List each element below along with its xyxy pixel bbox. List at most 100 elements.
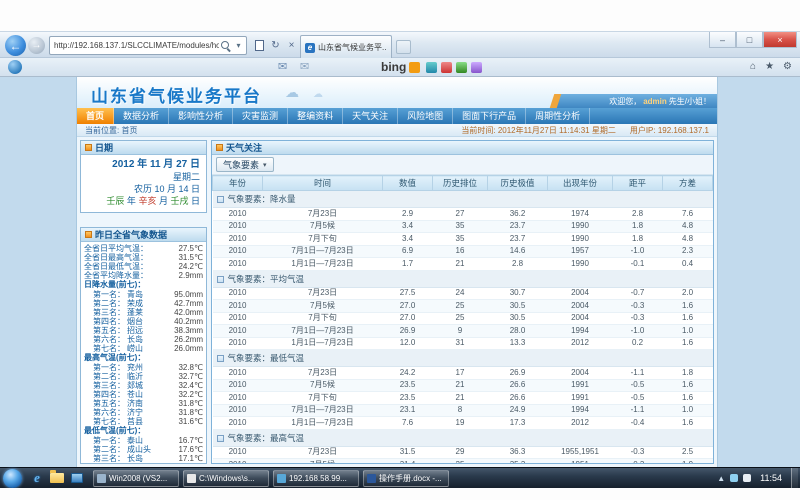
breadcrumb: 当前位置: 首页 — [77, 125, 137, 136]
weather-rank-row: 第三名：长岛17.1℃ — [84, 454, 203, 463]
app-taskbar-icon[interactable] — [69, 470, 85, 487]
minimize-button[interactable]: – — [709, 32, 736, 48]
table-row: 20101月1日—7月23日12.03113.320120.21.6 — [213, 337, 713, 350]
table-cell: 7月23日 — [263, 287, 383, 300]
table-cell: 2010 — [213, 233, 263, 246]
nav-item-6[interactable]: 天气关注 — [343, 108, 398, 124]
mail2-icon[interactable]: ✉ — [300, 60, 309, 73]
collapse-icon[interactable] — [217, 196, 224, 203]
weather-rank-left: 第三名：长岛 — [93, 454, 143, 463]
weather-rank-left: 第六名：济宁 — [93, 408, 143, 417]
tray-expand-icon[interactable]: ▲ — [717, 474, 725, 483]
nav-item-3[interactable]: 影响性分析 — [169, 108, 233, 124]
nav-item-8[interactable]: 图面下行产品 — [453, 108, 526, 124]
table-cell: 1957 — [548, 245, 613, 258]
nav-item-4[interactable]: 灾害监测 — [233, 108, 288, 124]
table-cell: 31.4 — [383, 459, 433, 464]
start-button[interactable] — [3, 469, 22, 488]
table-cell: 2010 — [213, 208, 263, 221]
group-cell[interactable]: 气象要素：平均气温 — [213, 270, 713, 287]
address-dropdown-icon[interactable]: ▾ — [233, 41, 244, 50]
taskbar-button-4[interactable]: 操作手册.docx -... — [363, 470, 449, 487]
toolbar-logo-icon[interactable] — [8, 60, 22, 74]
table-cell: 29 — [433, 446, 488, 459]
page-title: 山东省气候业务平台 — [91, 82, 262, 107]
collapse-icon[interactable] — [217, 355, 224, 362]
tools-icon[interactable]: ⚙ — [783, 61, 792, 72]
table-cell: 31.5 — [383, 446, 433, 459]
ganzhi-token: 日 — [191, 196, 200, 206]
search-icon[interactable] — [221, 41, 231, 51]
table-row: 20107月下旬3.43523.719901.84.8 — [213, 233, 713, 246]
nav-item-5[interactable]: 整编资料 — [288, 108, 343, 124]
collapse-icon[interactable] — [217, 276, 224, 283]
toolbar-app-icon-4[interactable] — [471, 62, 482, 73]
table-cell: 1.6 — [663, 337, 713, 350]
taskbar-button-3[interactable]: 192.168.58.99... — [273, 470, 359, 487]
table-cell: 23.7 — [488, 220, 548, 233]
table-cell: 2010 — [213, 220, 263, 233]
new-tab-button[interactable] — [396, 40, 411, 54]
table-cell: 1955,1951 — [548, 446, 613, 459]
station-name: 长岛 — [127, 454, 143, 463]
table-cell: 24 — [433, 287, 488, 300]
table-cell: 1月1日—7月23日 — [263, 337, 383, 350]
maximize-button[interactable]: □ — [736, 32, 763, 48]
table-row: 20107月23日24.21726.92004-1.11.8 — [213, 367, 713, 380]
cloud-icon: ☁ — [285, 84, 299, 101]
nav-item-1[interactable]: 首页 — [77, 108, 114, 124]
network-tray-icon[interactable] — [730, 474, 738, 482]
toolbar-app-icon-3[interactable] — [456, 62, 467, 73]
stop-button[interactable]: × — [284, 37, 299, 54]
toolbar-app-icon-1[interactable] — [426, 62, 437, 73]
group-cell[interactable]: 气象要素：最高气温 — [213, 429, 713, 446]
ganzhi-token: 年 — [127, 196, 139, 206]
bing-logo[interactable]: bing — [381, 60, 406, 74]
table-cell: 1990 — [548, 220, 613, 233]
element-filter-button[interactable]: 气象要素 ▾ — [216, 157, 274, 172]
station-name: 兖州 — [127, 363, 143, 372]
mail-icon[interactable]: ✉ — [278, 60, 287, 73]
show-desktop-button[interactable] — [791, 468, 798, 489]
table-cell: 2004 — [548, 367, 613, 380]
table-cell: 27 — [433, 208, 488, 221]
browser-tab[interactable]: e 山东省气候业务平... — [300, 35, 392, 59]
address-bar[interactable]: http://192.168.137.1/SLCCLIMATE/modules/… — [49, 36, 247, 55]
volume-tray-icon[interactable] — [743, 474, 751, 482]
taskbar-clock[interactable]: 11:54 — [756, 473, 786, 483]
favorites-icon[interactable]: ★ — [765, 61, 774, 72]
weather-rank-row: 第五名：招远38.3mm — [84, 326, 203, 335]
weather-rank-row: 第四名：烟台40.2mm — [84, 317, 203, 326]
weather-rank-row: 第七名：莒县31.6℃ — [84, 417, 203, 426]
refresh-button[interactable]: ↻ — [268, 37, 283, 54]
station-name: 临沂 — [127, 372, 143, 381]
taskbar-button-1[interactable]: Win2008 (VS2... — [93, 470, 179, 487]
weather-summary-value: 24.2℃ — [178, 262, 203, 271]
browser-action-icons: ⌂ ★ ⚙ — [750, 61, 792, 72]
close-button[interactable]: × — [763, 32, 797, 48]
taskbar-button-2[interactable]: C:\Windows\s... — [183, 470, 269, 487]
group-cell[interactable]: 气象要素：最低气温 — [213, 350, 713, 367]
weather-summary-row: 全省日最高气温：31.5℃ — [84, 253, 203, 262]
toolbar-app-icon-2[interactable] — [441, 62, 452, 73]
browser-back-button[interactable]: ← — [5, 35, 26, 56]
ganzhi-token: 壬戌 — [170, 196, 191, 206]
ie-taskbar-icon[interactable]: e — [29, 470, 45, 487]
compatibility-view-button[interactable] — [252, 37, 267, 54]
group-cell[interactable]: 气象要素：降水量 — [213, 191, 713, 208]
collapse-icon[interactable] — [217, 435, 224, 442]
minimize-icon: – — [720, 35, 725, 45]
weather-rank-row: 第六名：济宁31.8℃ — [84, 408, 203, 417]
nav-item-9[interactable]: 周期性分析 — [526, 108, 590, 124]
explorer-taskbar-icon[interactable] — [49, 470, 65, 487]
weather-summary-row: 全省日最低气温：24.2℃ — [84, 262, 203, 271]
bing-app-icon[interactable] — [409, 62, 420, 73]
nav-item-7[interactable]: 风险地图 — [398, 108, 453, 124]
table-cell: 2.0 — [663, 287, 713, 300]
table-cell: 1.0 — [663, 325, 713, 338]
home-icon[interactable]: ⌂ — [750, 61, 756, 72]
browser-forward-button[interactable]: → — [28, 37, 45, 54]
nav-item-2[interactable]: 数据分析 — [114, 108, 169, 124]
table-cell: 2010 — [213, 312, 263, 325]
table-cell: 7月下旬 — [263, 233, 383, 246]
